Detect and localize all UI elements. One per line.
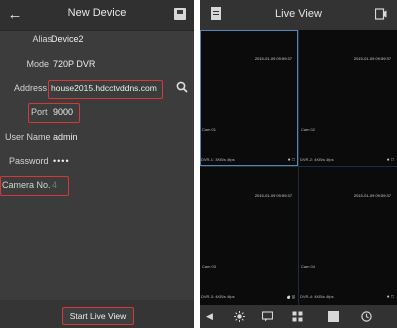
page-dot[interactable]	[287, 296, 290, 299]
bottom-toolbar: ◀	[200, 305, 397, 328]
address-label: Address	[13, 83, 47, 93]
username-row: User Name admin	[0, 129, 194, 149]
page-dot[interactable]	[292, 296, 295, 299]
cell-camera-name: Cam 04	[301, 264, 316, 269]
port-label: Port	[31, 107, 48, 117]
grid-divider	[298, 30, 299, 305]
camera-cell-4[interactable]: 2015-01-09 09:59:37 Cam 04 DVR-4: 4KB/s …	[299, 167, 397, 303]
back-icon[interactable]: ◀	[204, 311, 215, 322]
cell-timestamp: 2015-01-09 09:59:37	[353, 56, 391, 61]
camera-switch-icon[interactable]	[375, 8, 387, 20]
page-title: New Device	[67, 7, 127, 19]
camera-cell-3[interactable]: 2015-01-09 09:59:37 Cam 03 DVR-3: 4KB/s …	[200, 167, 298, 303]
camera-no-label: Camera No.	[2, 180, 51, 190]
port-row: Port 9000	[0, 103, 194, 124]
camera-cell-2[interactable]: 2015-01-09 09:59:37 Cam 02 DVR-2: 4KB/s …	[299, 30, 397, 166]
live-view-screen: Live View 2015-01-09 09:59:37 Cam 01 DVR…	[200, 0, 397, 328]
clock-icon[interactable]	[361, 311, 372, 322]
address-row: Address house2015.hdcctvddns.com	[0, 80, 194, 100]
mode-label: Mode	[26, 59, 49, 69]
cell-stats: DVR-3: 4KB/s 4fps	[201, 294, 235, 299]
address-field[interactable]: house2015.hdcctvddns.com	[51, 83, 157, 93]
cell-stats: DVR-2: 4KB/s 4fps	[300, 157, 334, 162]
stop-icon[interactable]	[328, 311, 339, 322]
grid-divider	[200, 166, 397, 167]
cell-stats: DVR-4: 4KB/s 4fps	[300, 294, 334, 299]
alias-label: Alias	[32, 34, 52, 44]
message-icon[interactable]	[262, 311, 273, 322]
save-icon[interactable]	[174, 8, 186, 20]
password-field[interactable]: ••••	[53, 156, 70, 166]
cell-camera-name: Cam 03	[202, 264, 217, 269]
alias-row: Alias Device2	[0, 31, 194, 51]
start-live-view-button[interactable]: Start Live View	[62, 307, 134, 325]
password-label: Password	[9, 156, 49, 166]
title-bar: ← New Device	[0, 0, 194, 31]
password-row: Password ••••	[0, 153, 194, 173]
title-bar: Live View	[200, 0, 397, 30]
mode-select[interactable]: 720P DVR	[53, 59, 95, 69]
alias-field[interactable]: Device2	[51, 34, 84, 44]
mode-row: Mode 720P DVR	[0, 56, 194, 76]
cell-timestamp: 2015-01-09 09:59:37	[254, 193, 292, 198]
cell-timestamp: 2015-01-09 09:59:37	[353, 193, 391, 198]
camera-no-row: Camera No. 4	[0, 176, 194, 197]
selected-cell-frame	[200, 30, 298, 166]
camera-no-field[interactable]: 4	[52, 180, 57, 190]
split-view-icon[interactable]	[292, 311, 303, 322]
new-device-screen: ← New Device Alias Device2 Mode 720P DVR…	[0, 0, 194, 328]
record-icon: ● □	[386, 157, 394, 163]
search-icon[interactable]	[176, 81, 188, 93]
username-field[interactable]: admin	[53, 132, 78, 142]
ptz-icon[interactable]	[234, 311, 245, 322]
page-indicator	[286, 286, 296, 304]
username-label: User Name	[5, 132, 51, 142]
cell-camera-name: Cam 02	[301, 127, 316, 132]
port-field[interactable]: 9000	[53, 107, 73, 117]
record-icon: ● □	[386, 294, 394, 300]
page-title: Live View	[275, 8, 322, 20]
